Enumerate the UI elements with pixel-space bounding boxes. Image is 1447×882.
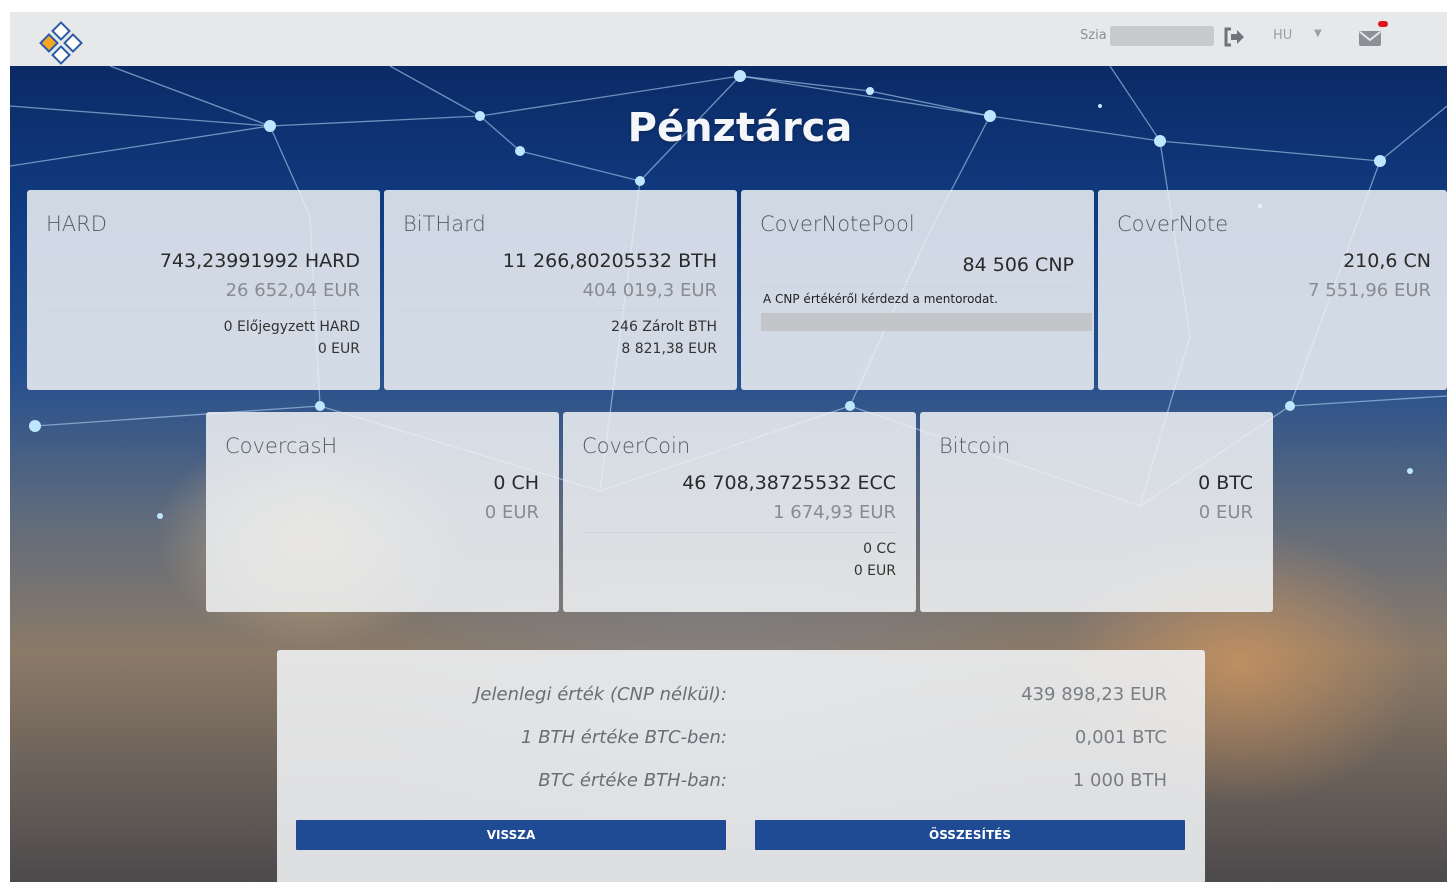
page-title: Pénztárca [627,105,853,151]
divider [760,286,1074,287]
summary-value: 1 000 BTH [1072,770,1167,791]
card-amount: 743,23991992 HARD [159,250,360,272]
card-sub-eur: 0 EUR [853,563,896,579]
card-amount: 0 BTC [1198,472,1253,494]
wallet-card-bitcoin[interactable]: Bitcoin 0 BTC 0 EUR [920,412,1273,612]
card-amount: 0 CH [493,472,539,494]
divider [46,310,360,311]
card-sub-amount: 246 Zárolt BTH [611,319,717,335]
card-eur-value: 1 674,93 EUR [773,502,896,523]
card-sub-eur: 0 EUR [317,341,360,357]
redacted-username [1110,26,1214,46]
card-note: A CNP értékéről kérdezd a mentorodat. [763,292,998,306]
card-sub-amount: 0 Előjegyzett HARD [223,319,360,335]
top-bar: Szia HU ▼ [10,12,1447,66]
notification-badge [1378,21,1388,27]
summary-panel: Jelenlegi érték (CNP nélkül): 439 898,23… [277,650,1205,882]
wallet-card-bithard[interactable]: BiTHard 11 266,80205532 BTH 404 019,3 EU… [384,190,737,390]
app-window: Szia HU ▼ Pénztárca HARD 743,23991992 HA… [10,12,1447,882]
card-amount: 11 266,80205532 BTH [502,250,717,272]
chevron-down-icon[interactable]: ▼ [1314,28,1322,39]
card-eur-value: 26 652,04 EUR [225,280,360,301]
card-name: CoverCoin [582,434,691,458]
back-button[interactable]: VISSZA [296,820,726,850]
summary-value: 439 898,23 EUR [1021,684,1167,705]
language-select[interactable]: HU [1273,28,1292,43]
card-amount: 210,6 CN [1343,250,1431,272]
card-eur-value: 0 EUR [1198,502,1253,523]
card-name: HARD [46,212,107,236]
card-name: CoverNote [1117,212,1229,236]
card-amount: 84 506 CNP [962,254,1074,276]
wallet-card-covernotepool[interactable]: CoverNotePool 84 506 CNP A CNP értékéről… [741,190,1094,390]
summary-button[interactable]: ÖSSZESÍTÉS [755,820,1185,850]
card-name: CoverNotePool [760,212,915,236]
redacted-text [761,313,1092,331]
logout-icon[interactable] [1222,26,1246,48]
wallet-card-covercoin[interactable]: CoverCoin 46 708,38725532 ECC 1 674,93 E… [563,412,916,612]
card-amount: 46 708,38725532 ECC [682,472,896,494]
card-sub-eur: 8 821,38 EUR [621,341,717,357]
card-name: Bitcoin [939,434,1011,458]
summary-value: 0,001 BTC [1074,727,1167,748]
logo-icon[interactable] [38,20,86,68]
divider [582,532,896,533]
summary-label: 1 BTH értéke BTC-ben: [521,727,727,748]
card-name: CovercasH [225,434,338,458]
wallet-card-covernote[interactable]: CoverNote 210,6 CN 7 551,96 EUR [1098,190,1447,390]
card-eur-value: 7 551,96 EUR [1308,280,1431,301]
divider [403,310,717,311]
wallet-card-hard[interactable]: HARD 743,23991992 HARD 26 652,04 EUR 0 E… [27,190,380,390]
card-eur-value: 404 019,3 EUR [582,280,717,301]
card-eur-value: 0 EUR [484,502,539,523]
card-sub-amount: 0 CC [863,541,896,557]
summary-label: BTC értéke BTH-ban: [538,770,727,791]
summary-label: Jelenlegi érték (CNP nélkül): [475,684,727,705]
mail-icon[interactable] [1358,28,1382,48]
card-name: BiTHard [403,212,486,236]
wallet-card-covercash[interactable]: CovercasH 0 CH 0 EUR [206,412,559,612]
greeting-text: Szia [1080,28,1107,43]
